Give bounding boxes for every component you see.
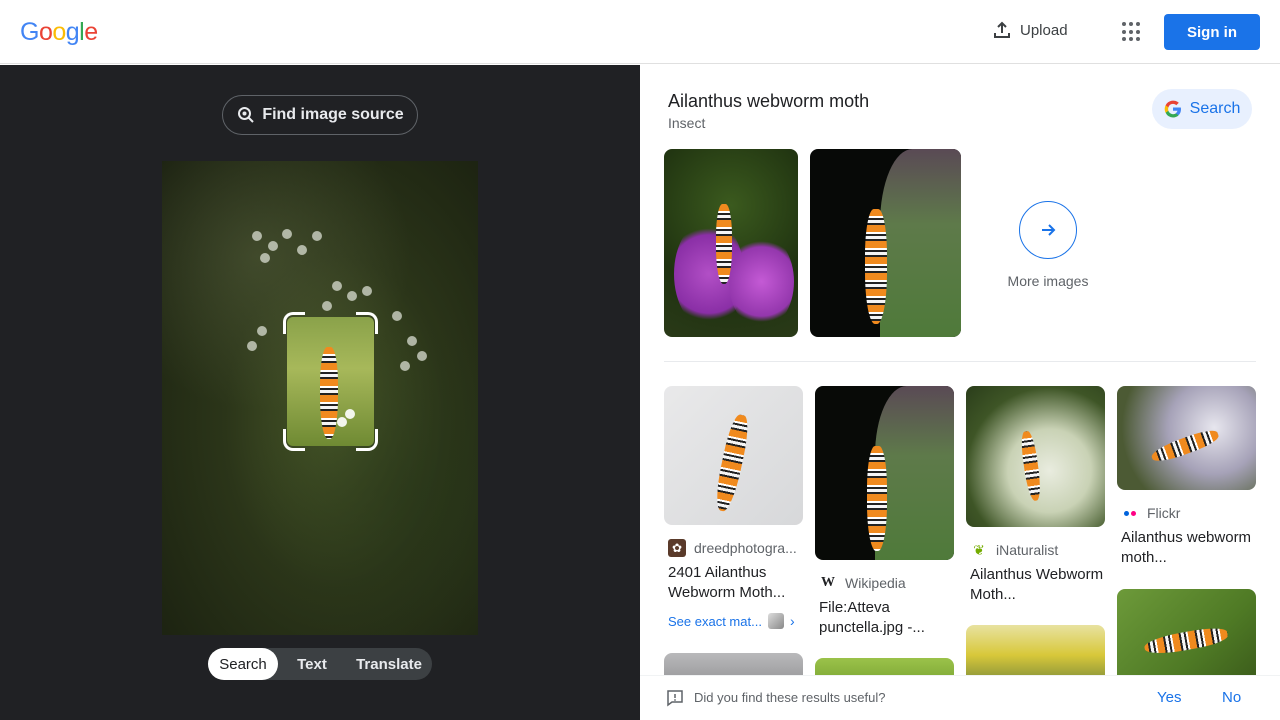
- source-name: Wikipedia: [845, 575, 906, 591]
- result-thumbnail[interactable]: [966, 386, 1105, 527]
- find-image-source-button[interactable]: Find image source: [222, 95, 418, 135]
- upload-button[interactable]: Upload: [992, 20, 1068, 40]
- top-bar: Google Upload Sign in: [0, 0, 1280, 64]
- source-name: Flickr: [1147, 505, 1181, 521]
- google-search-label: Search: [1189, 100, 1241, 117]
- tab-translate[interactable]: Translate: [346, 648, 432, 680]
- photo-favicon: ✿: [668, 539, 686, 557]
- logo-letter: g: [65, 18, 80, 46]
- result-title[interactable]: 2401 Ailanthus Webworm Moth...: [668, 563, 803, 603]
- tab-text[interactable]: Text: [278, 648, 346, 680]
- more-images-label: More images: [1007, 273, 1089, 289]
- entity-image[interactable]: [810, 149, 961, 337]
- result-title[interactable]: File:Atteva punctella.jpg -...: [819, 598, 954, 638]
- wikipedia-favicon: W: [821, 575, 835, 590]
- source-name: dreedphotogra...: [694, 540, 797, 556]
- result-thumbnail[interactable]: [1117, 386, 1256, 490]
- upload-label: Upload: [1020, 21, 1068, 39]
- entity-title[interactable]: Ailanthus webworm moth: [668, 91, 869, 112]
- more-images-button[interactable]: More images: [1006, 201, 1090, 289]
- result-thumbnail[interactable]: [664, 386, 803, 525]
- crop-selection-box[interactable]: [283, 312, 378, 451]
- result-source: W Wikipedia: [819, 574, 954, 592]
- result-thumbnail[interactable]: [815, 386, 954, 560]
- result-card[interactable]: ❦ iNaturalist Ailanthus Webworm Moth...: [966, 386, 1105, 605]
- apps-grid-icon[interactable]: [1122, 22, 1142, 42]
- feedback-no-button[interactable]: No: [1222, 689, 1241, 706]
- image-query-pane: Find image source Search Text Translate: [0, 65, 640, 720]
- result-source: ✿ dreedphotogra...: [668, 539, 803, 557]
- feedback-bar: Did you find these results useful? Yes N…: [640, 675, 1280, 720]
- feedback-icon: [667, 690, 683, 707]
- see-exact-matches-label: See exact mat...: [668, 613, 762, 629]
- result-title[interactable]: Ailanthus webworm moth...: [1121, 528, 1256, 568]
- cropped-region: [287, 317, 374, 446]
- logo-letter: o: [38, 18, 53, 46]
- result-source: ❦ iNaturalist: [970, 541, 1105, 559]
- see-exact-matches-link[interactable]: See exact mat... ›: [668, 613, 803, 629]
- lens-search-icon: [238, 107, 255, 123]
- google-g-icon: [1164, 100, 1181, 118]
- result-source: Flickr: [1121, 504, 1256, 522]
- google-search-button[interactable]: Search: [1152, 89, 1252, 129]
- entity-subtitle: Insect: [668, 115, 706, 131]
- find-image-source-label: Find image source: [262, 106, 404, 123]
- logo-letter: e: [84, 18, 98, 46]
- entity-image[interactable]: [664, 149, 798, 337]
- upload-icon: [994, 21, 1010, 38]
- result-card[interactable]: Flickr Ailanthus webworm moth...: [1117, 386, 1256, 568]
- flickr-favicon: [1121, 504, 1139, 522]
- sign-in-button[interactable]: Sign in: [1164, 14, 1260, 50]
- feedback-question: Did you find these results useful?: [694, 690, 886, 705]
- result-card[interactable]: ✿ dreedphotogra... 2401 Ailanthus Webwor…: [664, 386, 803, 629]
- tab-search[interactable]: Search: [208, 648, 278, 680]
- search-mode-tabs: Search Text Translate: [208, 648, 432, 680]
- results-pane: Ailanthus webworm moth Insect Search Mor…: [640, 65, 1280, 720]
- google-logo[interactable]: Google: [20, 18, 98, 47]
- exact-match-thumbnail: [767, 613, 784, 629]
- logo-letter: G: [20, 18, 39, 46]
- result-title[interactable]: Ailanthus Webworm Moth...: [970, 565, 1105, 605]
- source-name: iNaturalist: [996, 542, 1059, 558]
- arrow-right-icon: [1019, 201, 1077, 259]
- result-thumbnail[interactable]: [1117, 589, 1256, 689]
- logo-letter: o: [52, 18, 66, 46]
- result-card[interactable]: W Wikipedia File:Atteva punctella.jpg -.…: [815, 386, 954, 638]
- inaturalist-favicon: ❦: [973, 541, 985, 558]
- chevron-right-icon: ›: [789, 613, 795, 629]
- feedback-yes-button[interactable]: Yes: [1157, 689, 1181, 706]
- divider: [664, 361, 1256, 362]
